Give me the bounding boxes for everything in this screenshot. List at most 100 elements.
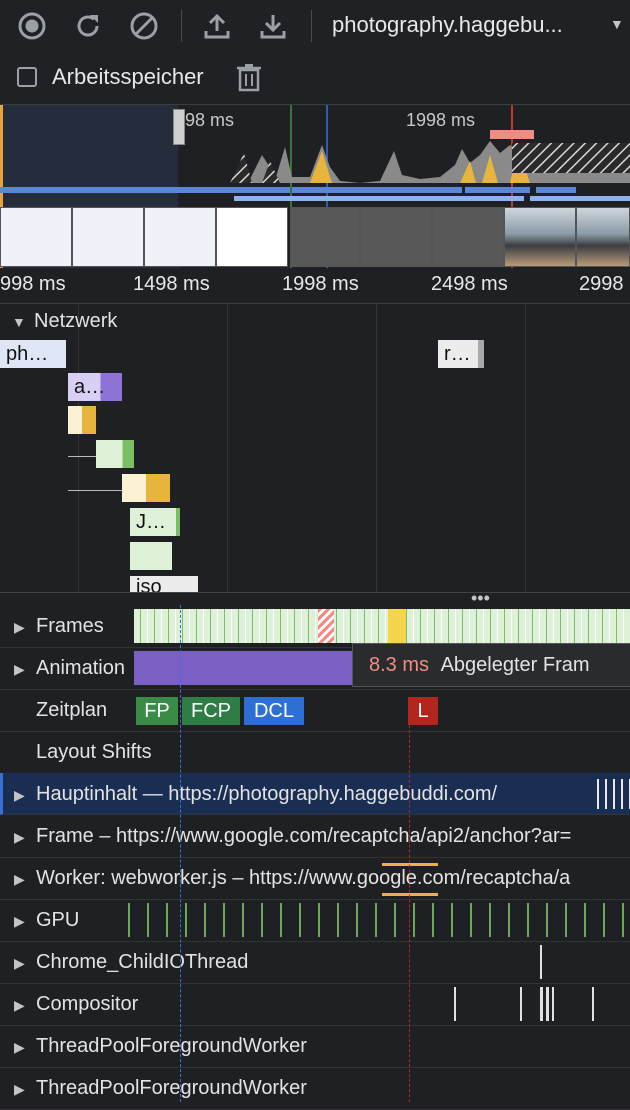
track-compositor[interactable]: ▶ Compositor <box>0 983 630 1026</box>
track-main-selected[interactable]: ▶ Hauptinhalt — https://photography.hagge… <box>0 773 630 815</box>
network-request[interactable]: ph… <box>0 340 66 368</box>
upload-button[interactable] <box>199 8 235 44</box>
expand-triangle-icon: ▶ <box>14 1039 25 1055</box>
worker-task[interactable] <box>382 863 438 866</box>
track-title: GPU <box>36 909 80 931</box>
track-layout-shifts[interactable]: Layout Shifts <box>0 731 630 774</box>
expand-triangle-icon: ▶ <box>14 913 25 929</box>
track-title: Frame – https://www.google.com/recaptcha… <box>36 825 572 847</box>
download-icon <box>260 15 286 39</box>
expand-triangle-icon: ▶ <box>14 787 25 803</box>
track-label: ▶ Frame – https://www.google.com/recaptch… <box>14 825 571 848</box>
download-button[interactable] <box>255 8 291 44</box>
grid-line <box>525 304 526 592</box>
track-childio[interactable]: ▶ Chrome_ChildIOThread <box>0 941 630 984</box>
track-label: ▶ Frames <box>14 615 104 638</box>
marker-dcl[interactable]: DCL <box>244 697 304 725</box>
reload-button[interactable] <box>70 8 106 44</box>
record-button[interactable] <box>14 8 50 44</box>
track-label: ▶ GPU <box>14 909 79 932</box>
network-request[interactable]: J… <box>130 508 180 536</box>
memory-label: Arbeitsspeicher <box>52 64 204 89</box>
frames-strip[interactable] <box>134 609 630 643</box>
track-label: ▶ Compositor <box>14 993 138 1016</box>
gpu-tasks[interactable] <box>128 903 630 937</box>
track-gpu[interactable]: ▶ GPU <box>0 899 630 942</box>
track-threadpool-1[interactable]: ▶ ThreadPoolForegroundWorker <box>0 1025 630 1068</box>
panel-splitter[interactable] <box>0 592 630 605</box>
filmstrip-frame[interactable] <box>72 207 144 267</box>
grid-line <box>78 304 79 592</box>
track-title: Layout Shifts <box>36 741 152 763</box>
track-title: Worker: webworker.js – https://www.googl… <box>36 867 571 889</box>
network-request[interactable] <box>96 440 134 468</box>
worker-task[interactable] <box>382 893 438 896</box>
trash-icon[interactable] <box>235 62 263 92</box>
network-request[interactable] <box>68 406 96 434</box>
compositor-task[interactable] <box>540 987 554 1021</box>
chevron-down-icon[interactable]: ▼ <box>610 16 624 32</box>
network-title: Netzwerk <box>34 310 118 332</box>
clear-button[interactable] <box>126 8 162 44</box>
filmstrip-frame[interactable] <box>144 207 216 267</box>
network-request[interactable]: r… <box>438 340 484 368</box>
grid-line <box>376 304 377 592</box>
track-label: ▶ Worker: webworker.js – https://www.goog… <box>14 867 570 890</box>
network-request[interactable] <box>130 542 172 570</box>
expand-triangle-icon: ▶ <box>14 955 25 971</box>
track-title: ThreadPoolForegroundWorker <box>36 1077 307 1099</box>
expand-triangle-icon: ▶ <box>14 1081 25 1097</box>
record-icon <box>18 12 46 40</box>
reload-icon <box>77 15 99 37</box>
track-label: ▶ ThreadPoolForegroundWorker <box>14 1077 307 1100</box>
network-track-header[interactable]: ▼ Netzwerk <box>12 310 117 333</box>
track-frames[interactable]: ▶ Frames <box>0 605 630 648</box>
compositor-task[interactable] <box>592 987 594 1021</box>
track-frame[interactable]: ▶ Frame – https://www.google.com/recaptch… <box>0 815 630 858</box>
dcl-marker-line <box>180 605 181 1102</box>
track-title: Compositor <box>36 993 139 1015</box>
compositor-task[interactable] <box>520 987 522 1021</box>
filmstrip-frame[interactable] <box>432 207 504 267</box>
dropped-frame[interactable] <box>318 609 334 643</box>
recording-select[interactable]: photography.haggebu... <box>332 12 594 38</box>
track-title: Hauptinhalt — https://photography.haggeb… <box>36 783 498 805</box>
compositor-task[interactable] <box>454 987 456 1021</box>
expand-triangle-icon: ▶ <box>14 619 25 635</box>
network-request[interactable]: a… <box>68 373 122 401</box>
partial-frame[interactable] <box>388 609 406 643</box>
load-marker-line <box>409 725 410 1102</box>
grid-line <box>227 304 228 592</box>
animation-bar[interactable] <box>134 651 354 685</box>
marker-load[interactable]: L <box>408 697 438 725</box>
memory-checkbox[interactable] <box>17 67 37 87</box>
network-request[interactable]: jso <box>130 576 198 592</box>
track-worker[interactable]: ▶ Worker: webworker.js – https://www.goog… <box>0 857 630 900</box>
track-zeitplan: Zeitplan <box>0 689 630 732</box>
expand-triangle-icon: ▶ <box>14 871 25 887</box>
track-title: Chrome_ChildIOThread <box>36 951 249 973</box>
marker-fcp[interactable]: FCP <box>182 697 240 725</box>
marker-fp[interactable]: FP <box>136 697 178 725</box>
filmstrip-frame[interactable] <box>360 207 432 267</box>
ruler-tick: 2498 ms <box>431 273 508 295</box>
network-request[interactable] <box>122 474 170 502</box>
track-threadpool-2[interactable]: ▶ ThreadPoolForegroundWorker <box>0 1067 630 1110</box>
filmstrip-frame[interactable] <box>216 207 288 267</box>
request-wait-whisker <box>68 456 96 457</box>
main-thread-tasks[interactable] <box>597 779 630 809</box>
filmstrip-frame[interactable] <box>0 207 72 267</box>
track-label: ▶ Hauptinhalt — https://photography.hagge… <box>14 783 497 806</box>
track-label: ▶ Chrome_ChildIOThread <box>14 951 248 974</box>
filmstrip-frame[interactable] <box>504 207 576 267</box>
io-task[interactable] <box>540 945 542 979</box>
track-title: Animation <box>36 657 125 679</box>
collapse-triangle-icon: ▼ <box>12 314 26 330</box>
ruler-tick: 2998 <box>579 273 624 295</box>
filmstrip-frame[interactable] <box>576 207 630 267</box>
track-label: ▶ Animation <box>14 657 125 680</box>
ruler-tick: 1498 ms <box>133 273 210 295</box>
track-title: Zeitplan <box>36 699 108 721</box>
filmstrip-frame[interactable] <box>290 207 360 267</box>
ruler-tick: 1998 ms <box>282 273 359 295</box>
